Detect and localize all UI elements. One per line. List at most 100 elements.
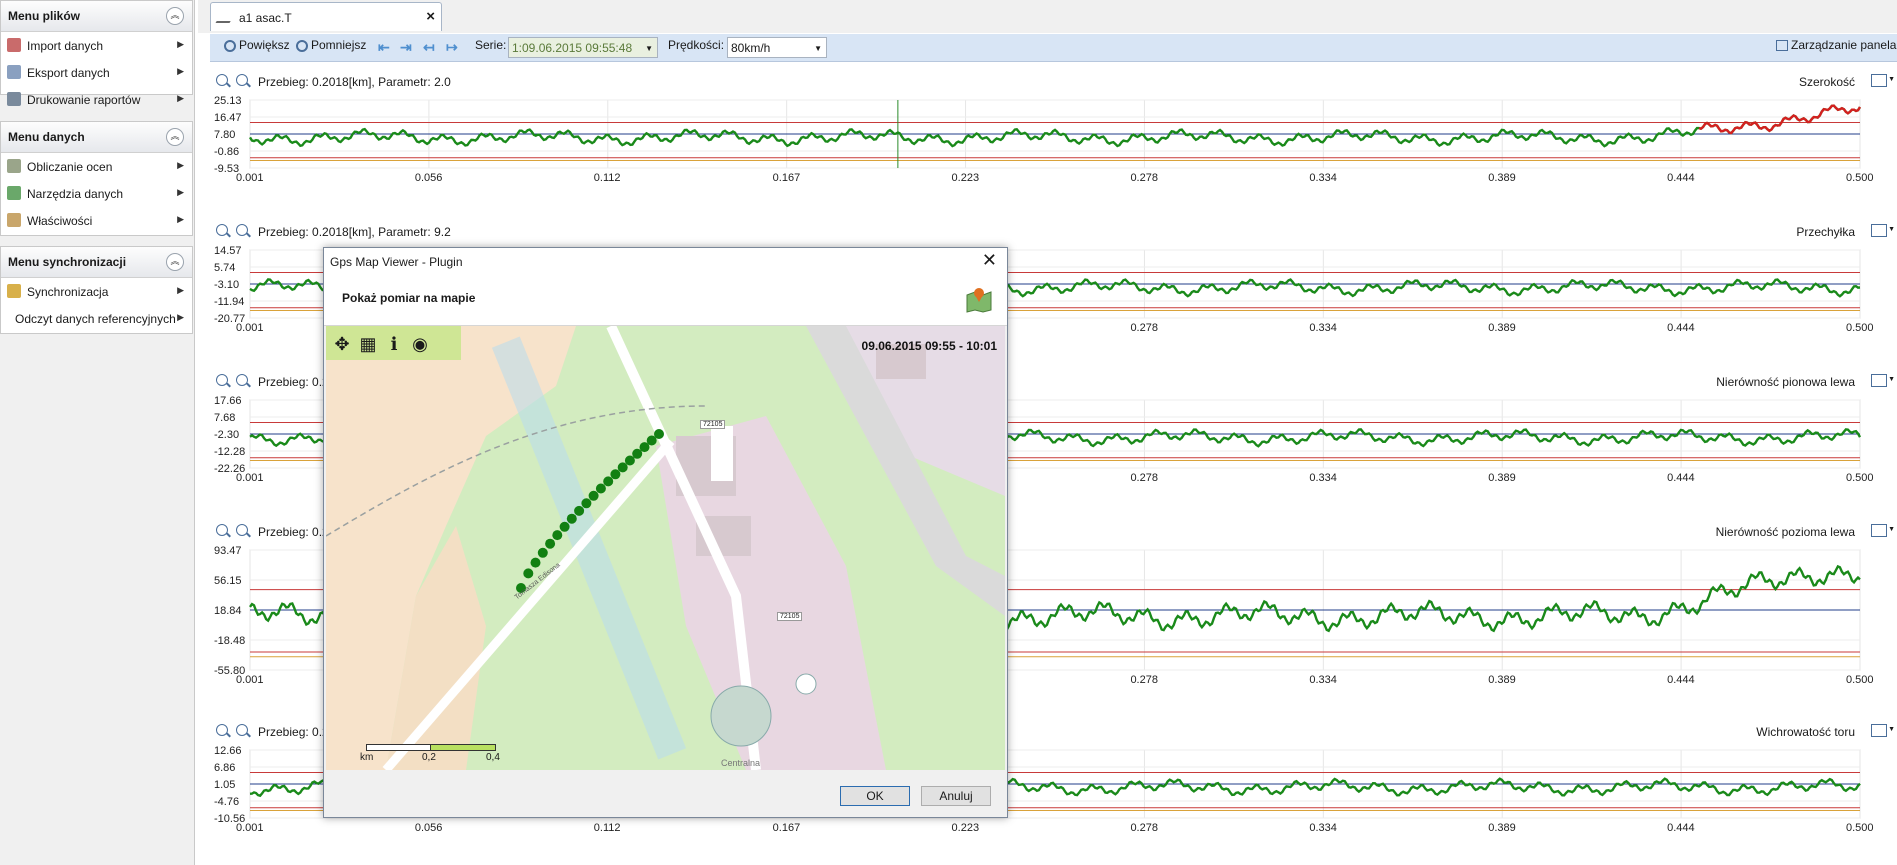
tab-label: a1 asac.T [239, 11, 292, 25]
gps-track-point[interactable] [537, 547, 548, 558]
speed-select[interactable]: 80km/h ▼ [727, 37, 827, 58]
nav-prev-arrow-icon[interactable]: ↤ [423, 40, 439, 54]
y-tick-label: -2.30 [214, 429, 239, 441]
panel-sync-header[interactable]: Menu synchronizacji ︽ [1, 247, 192, 278]
menu-item-export[interactable]: Eksport danych ▶ [1, 59, 192, 86]
gps-track-point[interactable] [603, 476, 614, 487]
chart-options-icon[interactable] [1871, 524, 1887, 537]
zoom-in-icon[interactable] [216, 524, 228, 536]
gps-track-point[interactable] [588, 490, 599, 501]
map-view[interactable]: ✥ ▦ ℹ ◉ 09.06.2015 09:55 - 10:01 72105 7… [326, 326, 1005, 770]
menu-item-data-tools[interactable]: Narzędzia danych ▶ [1, 180, 192, 207]
y-tick-label: -10.56 [214, 813, 245, 825]
gps-map-dialog: Gps Map Viewer - Plugin ✕ Pokaż pomiar n… [323, 247, 1008, 818]
y-tick-label: 25.13 [214, 95, 242, 107]
zoom-out-icon[interactable] [236, 74, 248, 86]
nav-last-arrow-icon[interactable]: ↦ [446, 40, 462, 54]
x-tick-label: 0.334 [1309, 172, 1337, 184]
scale-label: 0,4 [486, 752, 500, 763]
chart-options-icon[interactable] [1871, 374, 1887, 387]
menu-item-synchronization[interactable]: Synchronizacja ▶ [1, 278, 192, 305]
gps-track-point[interactable] [530, 557, 541, 568]
menu-item-reference-data[interactable]: Odczyt danych referencyjnych ▶ [1, 305, 192, 332]
panel-manager-button[interactable]: Zarządzanie panelami [1776, 38, 1897, 57]
zoom-out-icon[interactable] [236, 374, 248, 386]
zoom-in-icon [224, 40, 236, 52]
gps-track-point[interactable] [545, 538, 556, 549]
x-tick-label: 0.444 [1667, 472, 1695, 484]
panel-files-title: Menu plików [8, 9, 80, 23]
chart-options-icon[interactable] [1871, 224, 1887, 237]
gps-track-point[interactable] [595, 483, 606, 494]
submenu-arrow-icon: ▶ [177, 214, 184, 224]
gps-track-point[interactable] [581, 498, 592, 509]
collapse-chevron-icon[interactable]: ︽ [166, 128, 184, 146]
y-tick-label: 56.15 [214, 575, 242, 587]
chart-options-icon[interactable] [1871, 724, 1887, 737]
chart-header: Przebieg: 0.2018[km], Parametr: 9.2 Przec… [210, 220, 1897, 242]
x-tick-label: 0.500 [1846, 172, 1874, 184]
serie-select[interactable]: 1:09.06.2015 09:55:48 ▼ [508, 37, 658, 58]
ok-button[interactable]: OK [840, 786, 910, 806]
chart-position-info: Przebieg: 0.2018[km], Parametr: 9.2 [258, 225, 451, 239]
y-tick-label: 14.57 [214, 245, 242, 257]
gps-track-point[interactable] [552, 530, 563, 541]
zoom-out-icon[interactable] [236, 524, 248, 536]
zoom-out-icon[interactable] [236, 724, 248, 736]
map-layers-icon[interactable]: ▦ [356, 332, 380, 356]
gps-track-point[interactable] [654, 429, 664, 439]
scale-segment [366, 744, 432, 751]
import-icon [7, 38, 21, 52]
x-tick-label: 0.278 [1130, 472, 1158, 484]
chart-plot[interactable]: 0.001 0.056 0.112 0.167 0.223 0.278 0.334 0.389… [210, 92, 1897, 190]
y-tick-label: 5.74 [214, 262, 235, 274]
nav-first-arrow-icon[interactable]: ⇤ [378, 40, 394, 54]
globe-icon[interactable]: ◉ [408, 332, 432, 356]
x-tick-label: 0.001 [236, 172, 264, 184]
zoom-out-button[interactable]: Pomniejsz [296, 38, 366, 57]
zoom-in-icon[interactable] [216, 724, 228, 736]
cancel-button[interactable]: Anuluj [921, 786, 991, 806]
nav-next-arrow-icon[interactable]: ⇥ [400, 40, 416, 54]
chart-position-info: Przebieg: 0.2018[km], Parametr: 2.0 [258, 75, 451, 89]
zoom-in-button[interactable]: Powiększ [224, 38, 290, 57]
properties-icon [7, 213, 21, 227]
menu-item-import[interactable]: Import danych ▶ [1, 32, 192, 59]
collapse-chevron-icon[interactable]: ︽ [166, 7, 184, 25]
y-tick-label: -12.28 [214, 446, 245, 458]
scale-label: 0,2 [422, 752, 436, 763]
chart-options-icon[interactable] [1871, 74, 1887, 87]
info-icon[interactable]: ℹ [382, 332, 406, 356]
chart-position-info: Przebieg: 0.2 [258, 725, 329, 739]
gps-track-point[interactable] [574, 505, 585, 516]
menu-item-calculate-scores[interactable]: Obliczanie ocen ▶ [1, 153, 192, 180]
pan-icon[interactable]: ✥ [330, 332, 354, 356]
close-icon[interactable]: ✕ [982, 250, 997, 271]
x-tick-label: 0.278 [1130, 172, 1158, 184]
chart-parameter-name: Przechyłka [1796, 225, 1855, 239]
zoom-in-icon[interactable] [216, 74, 228, 86]
menu-item-properties[interactable]: Właściwości ▶ [1, 207, 192, 234]
panel-files-header[interactable]: Menu plików ︽ [1, 1, 192, 32]
x-tick-label: 0.278 [1130, 674, 1158, 686]
zoom-out-icon[interactable] [236, 224, 248, 236]
gps-track-point[interactable] [566, 513, 577, 524]
tab-document[interactable]: a1 asac.T × [210, 2, 442, 31]
gps-track-point[interactable] [617, 462, 628, 473]
x-tick-label: 0.444 [1667, 322, 1695, 334]
menu-item-print-reports[interactable]: Drukowanie raportów ▶ [1, 86, 192, 113]
gps-track-point[interactable] [610, 469, 621, 480]
y-tick-label: 7.80 [214, 129, 235, 141]
panel-data-header[interactable]: Menu danych ︽ [1, 122, 192, 153]
collapse-chevron-icon[interactable]: ︽ [166, 253, 184, 271]
x-tick-label: 0.334 [1309, 322, 1337, 334]
gps-track-point[interactable] [523, 568, 534, 579]
close-icon[interactable]: × [426, 8, 435, 25]
zoom-in-icon[interactable] [216, 374, 228, 386]
chart-parameter-name: Nierówność pozioma lewa [1715, 525, 1855, 539]
chart-position-info: Przebieg: 0.2 [258, 525, 329, 539]
chevron-down-icon: ▼ [1888, 526, 1895, 533]
zoom-in-icon[interactable] [216, 224, 228, 236]
panel-data-title: Menu danych [8, 130, 85, 144]
gps-track-point[interactable] [559, 521, 570, 532]
